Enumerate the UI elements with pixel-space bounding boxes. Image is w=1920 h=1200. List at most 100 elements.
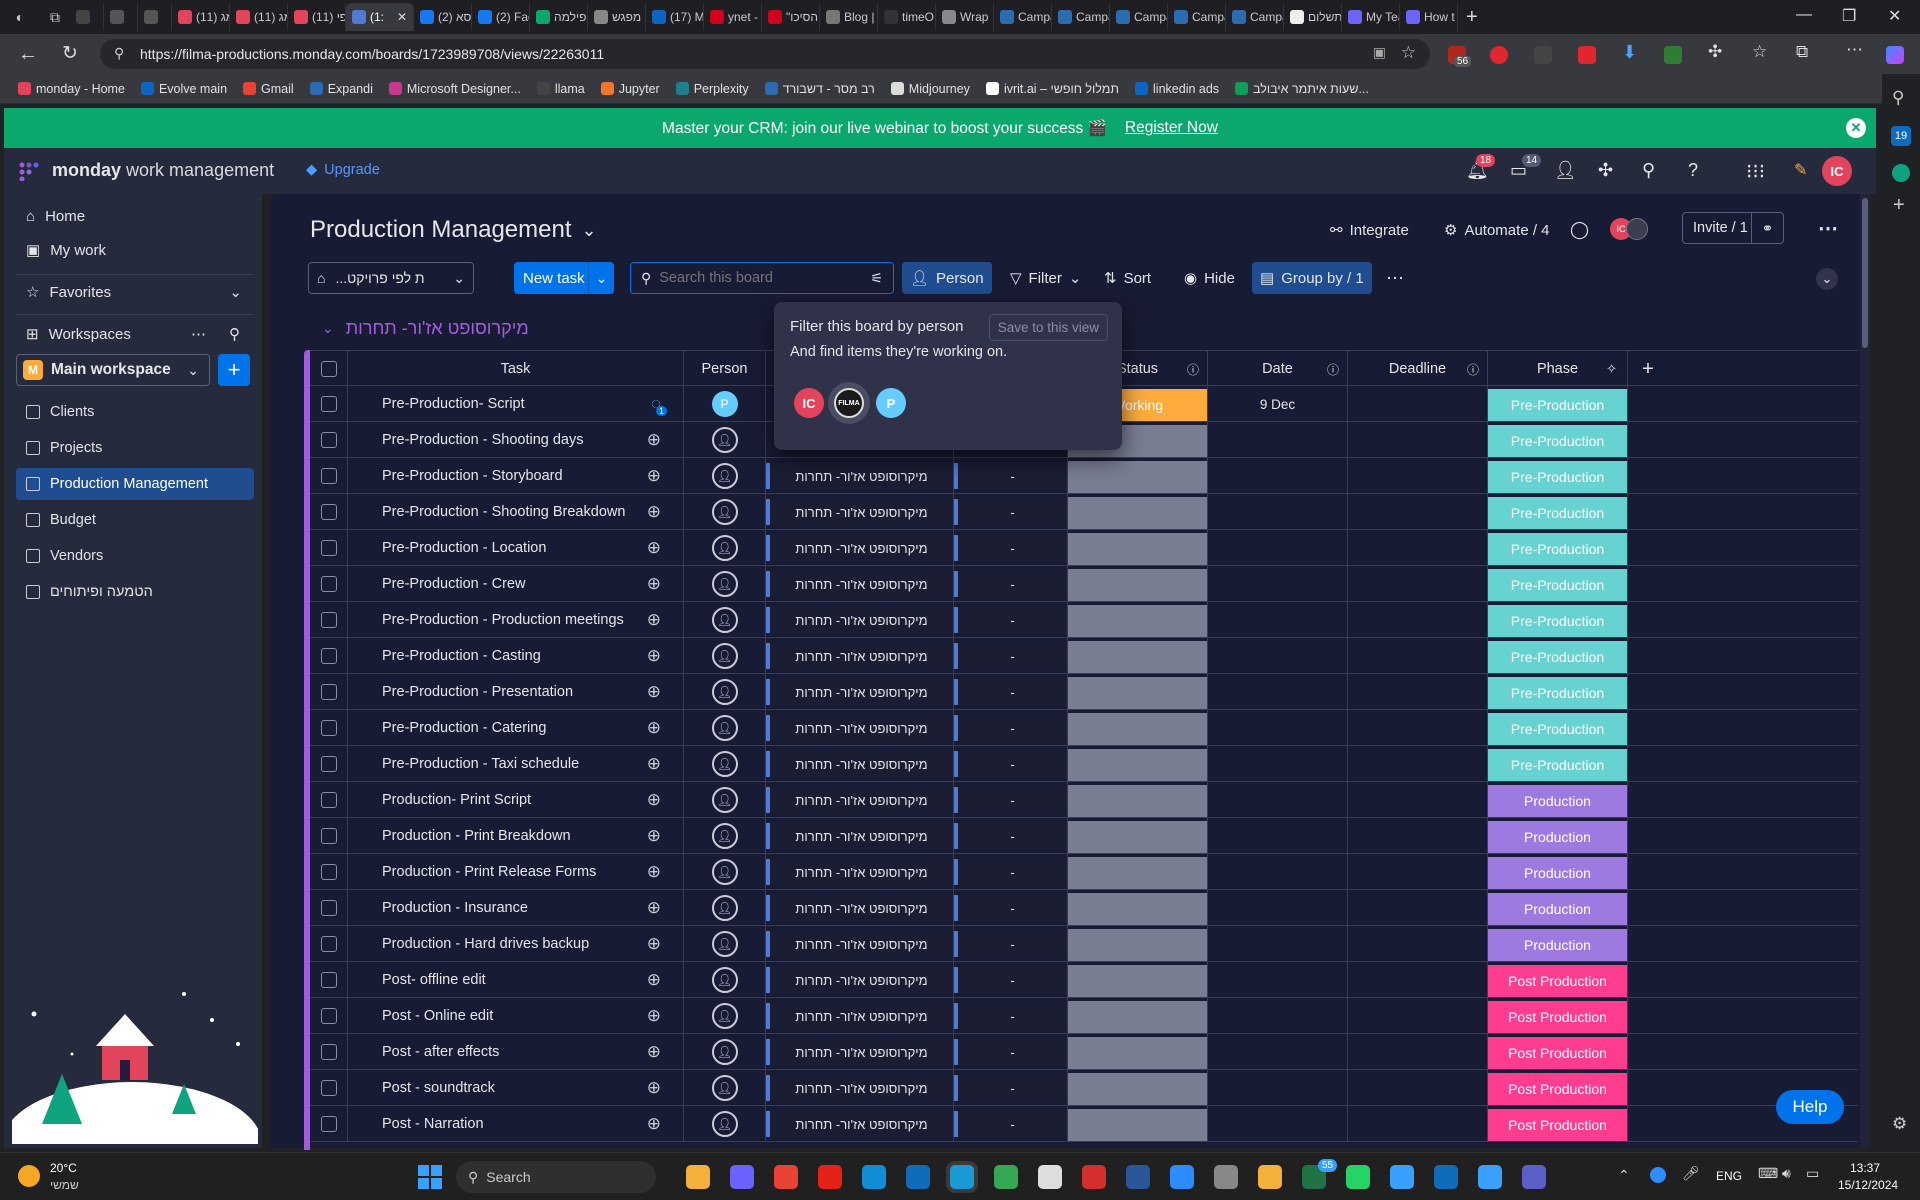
person-filter-button[interactable]: 👤︎ Person	[902, 262, 992, 294]
person-cell[interactable]: 👤︎	[684, 1034, 766, 1070]
status-cell[interactable]	[1068, 890, 1208, 926]
task-cell[interactable]: Production - Hard drives backup ⊕	[348, 926, 684, 962]
status-cell[interactable]	[1068, 926, 1208, 962]
status-cell[interactable]	[1068, 782, 1208, 818]
outlook-icon[interactable]	[1434, 1165, 1458, 1189]
sidebar-board-item[interactable]: Budget	[16, 504, 254, 536]
phase-pill[interactable]: Post Production	[1488, 1073, 1627, 1105]
bookmark-item[interactable]: ivrit.ai – תמלול חופשי	[978, 82, 1127, 96]
extensions-puzzle-icon[interactable]: ✣	[1708, 42, 1726, 61]
phase-cell[interactable]: Pre-Production	[1488, 746, 1628, 782]
table-row[interactable]: Pre-Production - Shooting Breakdown ⊕ 👤︎ מי…	[310, 494, 1858, 530]
owners-cell[interactable]: -	[954, 890, 1068, 926]
task-name[interactable]: Post - after effects	[382, 1044, 499, 1060]
view-selector[interactable]: ⌂ ...ת לפי פרויקט ⌄	[308, 262, 474, 294]
person-cell[interactable]: 👤︎	[684, 638, 766, 674]
deadline-cell[interactable]	[1348, 926, 1488, 962]
column-header-date[interactable]: Date ⓘ	[1208, 351, 1348, 387]
column-header-phase[interactable]: Phase ✧	[1488, 351, 1628, 387]
phase-cell[interactable]: Production	[1488, 926, 1628, 962]
phase-cell[interactable]: Production	[1488, 854, 1628, 890]
row-checkbox[interactable]	[320, 648, 337, 664]
chatgpt-icon[interactable]	[1892, 164, 1910, 182]
status-cell[interactable]	[1068, 674, 1208, 710]
status-pill[interactable]	[1068, 1037, 1207, 1069]
phase-cell[interactable]: Production	[1488, 890, 1628, 926]
owners-cell[interactable]: -	[954, 458, 1068, 494]
browser-tab[interactable]	[104, 3, 138, 31]
browser-tab[interactable]: (2) Face	[472, 3, 530, 31]
browser-tab[interactable]: Campa	[1052, 3, 1110, 31]
help-icon[interactable]: ?	[1688, 160, 1698, 181]
back-icon[interactable]: ←	[18, 43, 38, 66]
browser-tab[interactable]	[138, 3, 172, 31]
favorite-star-icon[interactable]: ☆	[1401, 43, 1416, 63]
table-row[interactable]: Pre-Production - Taxi schedule ⊕ 👤︎ מיקרוסו…	[310, 746, 1858, 782]
outlook-calendar-icon[interactable]	[906, 1165, 930, 1189]
browser-tab[interactable]: How t	[1400, 3, 1458, 31]
empty-person-icon[interactable]: 👤︎	[711, 1039, 738, 1065]
nav-favorites[interactable]: ☆ Favorites ⌄	[16, 276, 254, 308]
project-cell[interactable]: מיקרוסופט אז'ור- תחרות	[766, 638, 954, 674]
deadline-cell[interactable]	[1348, 638, 1488, 674]
app-icon[interactable]	[1038, 1165, 1062, 1189]
task-name[interactable]: Pre-Production - Crew	[382, 576, 525, 592]
new-task-button[interactable]: New task ⌄	[514, 262, 614, 294]
settings-icon[interactable]: ⚙	[1892, 1114, 1907, 1134]
deadline-cell[interactable]	[1348, 1106, 1488, 1142]
board-menu-icon[interactable]: ⋯	[1818, 216, 1838, 241]
phase-cell[interactable]: Post Production	[1488, 998, 1628, 1034]
table-row[interactable]: Post - after effects ⊕ 👤︎ מיקרוסופט אז'ור- …	[310, 1034, 1858, 1070]
sidebar-board-item[interactable]: Vendors	[16, 540, 254, 572]
empty-person-icon[interactable]: 👤︎	[711, 679, 738, 705]
phase-cell[interactable]: Pre-Production	[1488, 494, 1628, 530]
refresh-icon[interactable]: ↻	[62, 42, 78, 65]
scrollbar[interactable]	[1860, 194, 1870, 1148]
browser-tab[interactable]: ynet -	[704, 3, 762, 31]
browser-tab[interactable]: (11) מג	[230, 3, 288, 31]
task-cell[interactable]: Pre-Production - Location ⊕	[348, 530, 684, 566]
empty-person-icon[interactable]: 👤︎	[711, 535, 738, 561]
deadline-cell[interactable]	[1348, 566, 1488, 602]
monday-products-icon[interactable]: ✎	[1794, 160, 1807, 180]
project-cell[interactable]: מיקרוסופט אז'ור- תחרות	[766, 854, 954, 890]
person-cell[interactable]: 👤︎	[684, 998, 766, 1034]
task-name[interactable]: Pre-Production- Script	[382, 396, 525, 412]
owners-cell[interactable]: -	[954, 494, 1068, 530]
browser-tab[interactable]: Campa	[994, 3, 1052, 31]
phase-cell[interactable]: Pre-Production	[1488, 422, 1628, 458]
empty-person-icon[interactable]: 👤︎	[711, 607, 738, 633]
add-update-icon[interactable]: ⊕	[647, 1078, 661, 1098]
table-row[interactable]: Production - Hard drives backup ⊕ 👤︎ מיקרוס…	[310, 926, 1858, 962]
column-header-task[interactable]: Task	[348, 351, 684, 387]
project-cell[interactable]: מיקרוסופט אז'ור- תחרות	[766, 674, 954, 710]
browser-tab[interactable]: (11) פי	[288, 3, 346, 31]
task-name[interactable]: Post - Narration	[382, 1116, 484, 1132]
date-cell[interactable]	[1208, 530, 1348, 566]
ai-sparkle-icon[interactable]: ✧	[1606, 361, 1617, 377]
status-pill[interactable]	[1068, 821, 1207, 853]
browser-tab[interactable]: מפגש	[588, 3, 646, 31]
empty-person-icon[interactable]: 👤︎	[711, 931, 738, 957]
table-row[interactable]: Pre-Production - Presentation ⊕ 👤︎ מיקרוסופ…	[310, 674, 1858, 710]
add-update-icon[interactable]: ⊕	[647, 826, 661, 846]
bookmark-item[interactable]: שעות איתמר איבולב...	[1227, 82, 1377, 96]
phase-pill[interactable]: Pre-Production	[1488, 425, 1627, 457]
row-checkbox[interactable]	[320, 1116, 337, 1132]
browser-tab[interactable]	[70, 3, 104, 31]
status-cell[interactable]	[1068, 1106, 1208, 1142]
sort-button[interactable]: ⇅ Sort	[1096, 262, 1159, 294]
project-cell[interactable]: מיקרוסופט אז'ור- תחרות	[766, 890, 954, 926]
store-icon[interactable]	[1478, 1165, 1502, 1189]
phase-cell[interactable]: Pre-Production	[1488, 674, 1628, 710]
column-header-deadline[interactable]: Deadline ⓘ	[1348, 351, 1488, 387]
task-name[interactable]: Pre-Production - Production meetings	[382, 612, 624, 628]
task-cell[interactable]: Post - Narration ⊕	[348, 1106, 684, 1142]
task-cell[interactable]: Pre-Production - Presentation ⊕	[348, 674, 684, 710]
owners-cell[interactable]: -	[954, 998, 1068, 1034]
owners-cell[interactable]: -	[954, 926, 1068, 962]
person-avatar[interactable]: P	[711, 391, 738, 417]
project-cell[interactable]: מיקרוסופט אז'ור- תחרות	[766, 962, 954, 998]
date-cell[interactable]	[1208, 926, 1348, 962]
date-cell[interactable]	[1208, 782, 1348, 818]
